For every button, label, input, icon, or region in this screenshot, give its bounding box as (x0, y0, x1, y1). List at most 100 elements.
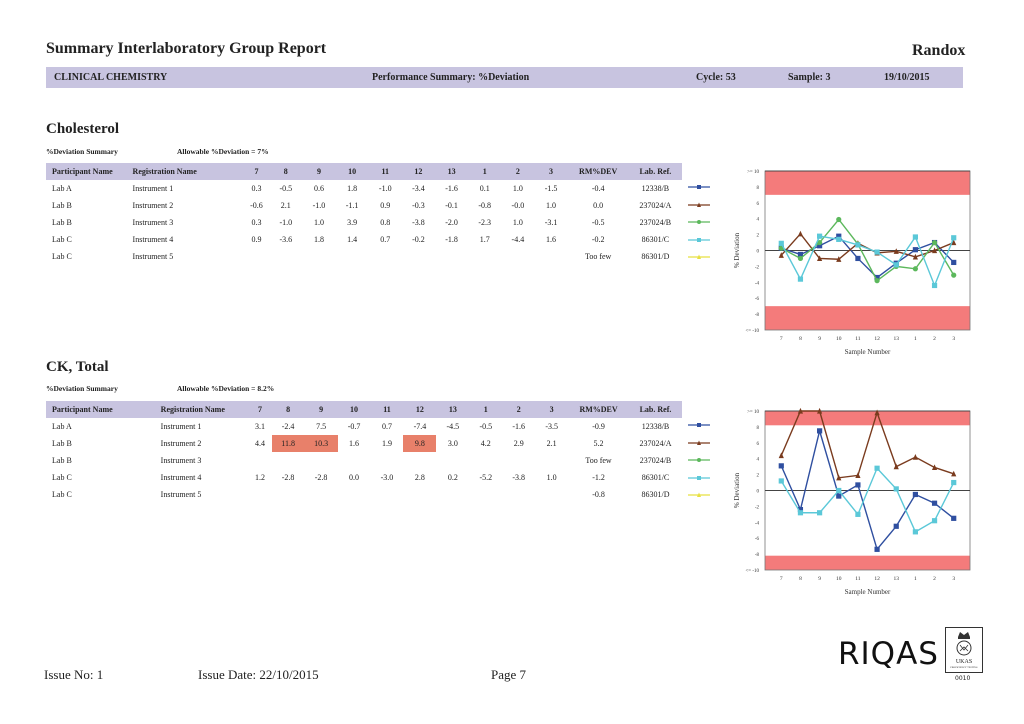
deviation-value: -1.8 (445, 235, 458, 244)
report-title: Summary Interlaboratory Group Report (46, 40, 327, 57)
data-point (912, 454, 918, 460)
deviation-value: -0.1 (445, 201, 458, 210)
col-sample: 13 (436, 401, 470, 418)
data-point (912, 529, 918, 535)
deviation-value: 1.0 (546, 473, 557, 482)
allowable-deviation: Allowable %Deviation = 7% (177, 147, 269, 156)
deviation-value: 1.4 (347, 235, 358, 244)
deviation-value: 0.1 (479, 184, 490, 193)
deviation-value (535, 452, 568, 469)
issue-date: Issue Date: 22/10/2015 (198, 667, 319, 682)
data-point (797, 276, 804, 282)
deviation-value: -5.2 (479, 473, 493, 482)
registration-name: Instrument 4 (132, 235, 174, 244)
deviation-value (534, 248, 567, 265)
y-tick-label: 0 (757, 490, 760, 495)
col-sample: 11 (370, 401, 404, 418)
col-sample: 7 (248, 401, 272, 418)
deviation-value: -1.0 (279, 218, 293, 227)
y-axis-label: % Deviation (733, 472, 741, 508)
rm-dev-value: Too few (584, 252, 612, 261)
data-point (874, 465, 880, 471)
col-sample: 10 (335, 163, 369, 180)
data-point (912, 234, 918, 240)
x-tick-label: 7 (780, 576, 783, 582)
data-point (931, 282, 938, 289)
deviation-value (369, 248, 402, 265)
deviation-value (269, 248, 302, 265)
data-point (855, 511, 861, 517)
x-tick-label: 1 (914, 576, 917, 582)
data-point (855, 255, 861, 262)
deviation-value: -2.8 (281, 473, 295, 482)
x-tick-label: 8 (799, 576, 802, 582)
deviation-value: 3.1 (254, 422, 265, 431)
col-sample: 11 (368, 163, 402, 180)
participant-name: Lab C (52, 490, 72, 499)
deviation-value: 7.5 (316, 422, 327, 431)
brand-name: Randox (912, 42, 966, 59)
deviation-value (305, 486, 338, 503)
deviation-value: -0.5 (479, 422, 493, 431)
participant-name: Lab A (52, 422, 72, 431)
table-row: Lab C Instrument 5 Too few 86301/D (46, 248, 682, 265)
registration-name: Instrument 3 (160, 456, 202, 465)
x-tick-label: 2 (933, 576, 936, 582)
data-point (931, 518, 938, 524)
rm-dev-value: 0.0 (593, 201, 604, 210)
deviation-value: 0.3 (251, 218, 262, 227)
registration-name: Instrument 1 (160, 422, 202, 431)
registration-name: Instrument 2 (132, 201, 174, 210)
deviation-value: 1.2 (254, 473, 265, 482)
registration-name: Instrument 5 (160, 490, 202, 499)
deviation-value: 0.3 (251, 184, 262, 193)
deviation-value: 0.7 (381, 422, 392, 431)
deviation-value: 4.4 (254, 439, 265, 448)
deviation-value: 1.0 (546, 201, 557, 210)
x-tick-label: 1 (914, 336, 917, 342)
data-point (836, 487, 842, 494)
registration-name: Instrument 3 (132, 218, 174, 227)
legend-swatch (688, 253, 710, 261)
participant-name: Lab B (52, 456, 72, 465)
x-tick-label: 12 (874, 576, 880, 582)
deviation-summary-label: %Deviation Summary (46, 384, 118, 393)
col-sample: 10 (337, 401, 371, 418)
table-row: Lab C Instrument 4 1.2 -2.8 -2.8 0.0 -3.0 2.8 0.… (46, 469, 682, 486)
x-tick-label: 13 (893, 336, 899, 342)
data-point (951, 235, 957, 241)
y-tick-label: -4 (755, 521, 760, 526)
registration-name: Instrument 2 (160, 439, 202, 448)
data-point (874, 249, 880, 255)
deviation-value: 1.0 (313, 218, 324, 227)
ukas-sub-label: PROFICIENCY TESTING (950, 666, 977, 669)
deviation-value: 2.8 (414, 473, 425, 482)
col-registration: Registration Name (126, 163, 244, 180)
cycle-number: Cycle: 53 (696, 72, 736, 83)
y-tick-label: 6 (757, 442, 760, 447)
deviation-value: -3.8 (412, 218, 425, 227)
data-point (836, 216, 842, 223)
data-point (855, 242, 861, 248)
deviation-value (302, 248, 335, 265)
legend-swatch (688, 439, 710, 447)
data-point (874, 546, 880, 552)
deviation-value: -1.5 (544, 184, 558, 193)
col-sample: 3 (534, 163, 568, 180)
page-number: Page 7 (491, 667, 527, 682)
col-sample: 2 (502, 401, 536, 418)
x-tick-label: 3 (952, 576, 955, 582)
registration-name: Instrument 1 (132, 184, 174, 193)
y-tick-label: <= -10 (745, 329, 759, 334)
rm-dev-value: -0.4 (591, 184, 605, 193)
deviation-value: -0.0 (511, 201, 525, 210)
col-sample: 1 (468, 163, 502, 180)
data-point (778, 478, 784, 484)
deviation-value: -0.2 (412, 235, 425, 244)
y-tick-label: 6 (757, 202, 760, 207)
participant-name: Lab C (52, 473, 72, 482)
data-point (912, 491, 918, 498)
y-tick-label: -8 (755, 553, 760, 558)
col-sample: 12 (401, 163, 435, 180)
data-point (912, 247, 918, 253)
